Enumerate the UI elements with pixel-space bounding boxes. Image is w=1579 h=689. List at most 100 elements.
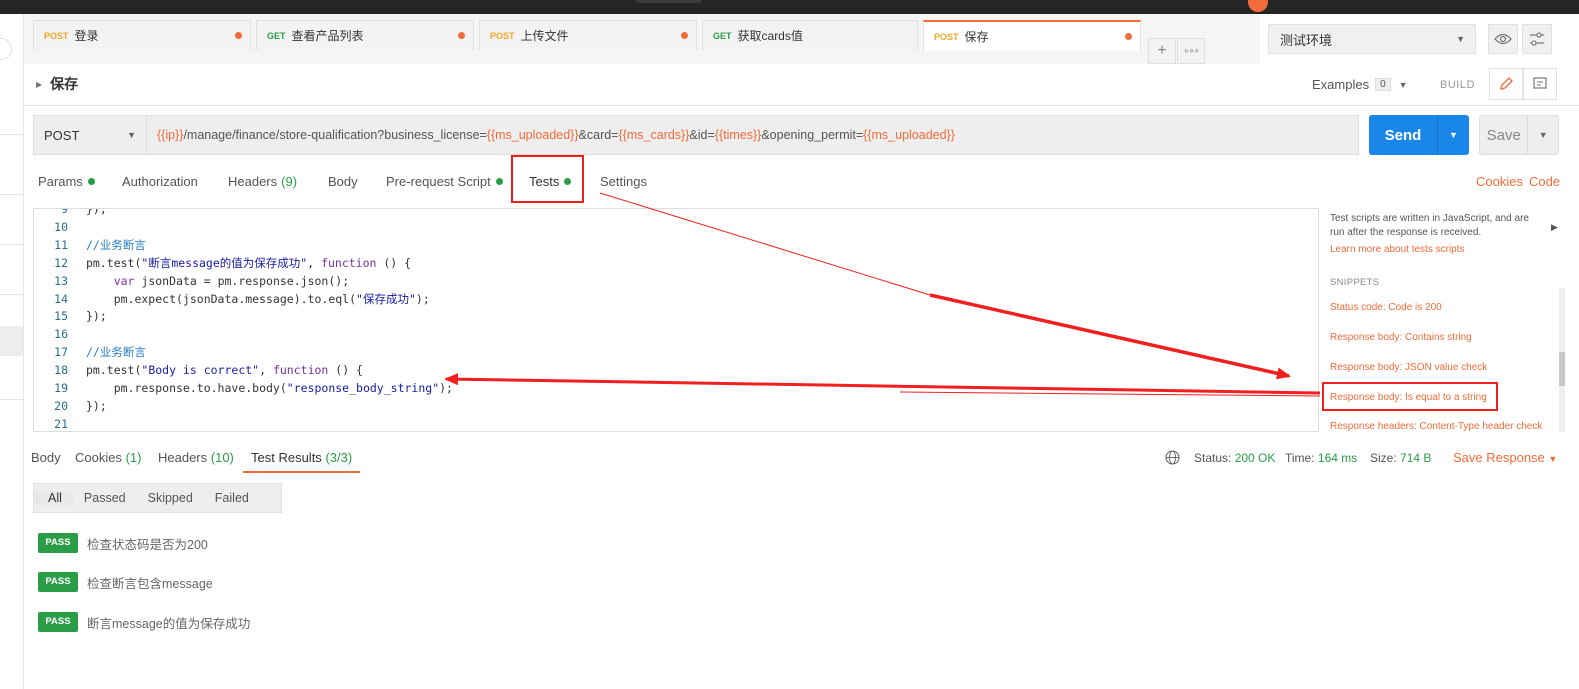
- request-tab-upload[interactable]: POST 上传文件: [479, 20, 697, 50]
- headers-count: (9): [281, 174, 298, 189]
- environment-quick-look-button[interactable]: [1488, 24, 1518, 54]
- tab-label: Settings: [600, 174, 647, 189]
- save-response-button[interactable]: Save Response ▼: [1453, 450, 1557, 465]
- code-link[interactable]: Code: [1529, 174, 1560, 189]
- sliders-icon: [1530, 32, 1544, 46]
- tab-authorization[interactable]: Authorization: [122, 174, 198, 189]
- response-tab-test-results[interactable]: Test Results (3/3): [251, 450, 352, 465]
- url-text: &card=: [578, 128, 619, 142]
- code-line: 18 pm.test("Body is correct", function ()…: [34, 361, 363, 379]
- code-text: });: [86, 309, 107, 324]
- url-input[interactable]: {{ip}}/manage/finance/store-qualificatio…: [147, 115, 1359, 155]
- code-text: //业务断言: [86, 237, 146, 252]
- request-tab-products[interactable]: GET 查看产品列表: [256, 20, 474, 50]
- test-result-row: PASS 检查断言包含message: [38, 572, 213, 592]
- filter-skipped[interactable]: Skipped: [137, 491, 204, 505]
- tab-label: 上传文件: [520, 29, 569, 43]
- collapse-panel-icon[interactable]: ▶: [1551, 222, 1558, 233]
- chevron-down-icon[interactable]: ▼: [1438, 130, 1469, 140]
- sidebar-divider: [0, 399, 23, 400]
- filter-passed[interactable]: Passed: [73, 491, 137, 505]
- active-tab-underline: [243, 471, 360, 473]
- method-select[interactable]: POST ▼: [33, 115, 147, 155]
- url-variable: {{ms_uploaded}}: [486, 128, 579, 142]
- code-line: 11 //业务断言: [34, 236, 146, 254]
- line-number: 12: [54, 255, 68, 270]
- code-text: });: [86, 208, 107, 216]
- time-value: 164 ms: [1317, 451, 1358, 465]
- response-tab-headers[interactable]: Headers (10): [158, 450, 234, 465]
- sidebar-circle-button[interactable]: [0, 38, 12, 60]
- send-label: Send: [1384, 126, 1422, 144]
- filter-failed[interactable]: Failed: [204, 491, 260, 505]
- tab-params[interactable]: Params: [38, 174, 95, 189]
- user-avatar[interactable]: [1248, 0, 1268, 12]
- send-button[interactable]: Send ▼: [1369, 115, 1469, 155]
- tab-body[interactable]: Body: [328, 174, 358, 189]
- chevron-down-icon: ▼: [1398, 79, 1408, 90]
- response-tab-cookies[interactable]: Cookies (1): [75, 450, 141, 465]
- tab-label: 查看产品列表: [291, 29, 364, 43]
- snippets-scrollbar[interactable]: [1559, 288, 1565, 432]
- time-label: Time:: [1285, 451, 1315, 465]
- sidebar-selected-item[interactable]: [0, 326, 23, 356]
- snippet-contains-string[interactable]: Response body: Contains string: [1330, 332, 1472, 343]
- tab-label: Cookies: [75, 450, 122, 465]
- unsaved-dot: [1125, 33, 1132, 40]
- code-line: 19 pm.response.to.have.body("response_bo…: [34, 379, 453, 397]
- plus-icon: +: [1157, 42, 1167, 59]
- learn-more-link[interactable]: Learn more about tests scripts: [1330, 244, 1465, 255]
- test-result-row: PASS 断言message的值为保存成功: [38, 612, 250, 632]
- status-label: Status:: [1194, 451, 1232, 465]
- edit-mode-button[interactable]: [1489, 68, 1523, 100]
- request-tab-save[interactable]: POST 保存: [923, 20, 1141, 51]
- code-line: 10: [34, 218, 86, 236]
- more-tabs-button[interactable]: ∘∘∘: [1177, 38, 1205, 64]
- code-line: 14 pm.expect(jsonData.message).to.eql("保…: [34, 290, 430, 308]
- scrollbar-thumb[interactable]: [1559, 352, 1565, 386]
- response-tab-body[interactable]: Body: [31, 450, 61, 465]
- eye-icon: [1494, 33, 1512, 45]
- tab-settings[interactable]: Settings: [600, 174, 647, 189]
- comments-button[interactable]: [1523, 68, 1557, 100]
- examples-dropdown[interactable]: Examples 0 ▼: [1312, 77, 1408, 92]
- pass-badge: PASS: [38, 612, 78, 632]
- environment-selected-label: 测试环境: [1280, 32, 1333, 48]
- new-tab-button[interactable]: +: [1148, 38, 1176, 64]
- save-label: Save: [1486, 126, 1521, 144]
- test-name: 检查状态码是否为200: [87, 537, 208, 552]
- code-line: 20});: [34, 397, 107, 415]
- code-line: 17 //业务断言: [34, 343, 146, 361]
- divider: [24, 105, 1579, 106]
- status-value: 200 OK: [1234, 451, 1276, 465]
- snippet-status-code[interactable]: Status code: Code is 200: [1330, 302, 1442, 313]
- response-time: Time: 164 ms: [1285, 451, 1357, 465]
- snippet-json-value-check[interactable]: Response body: JSON value check: [1330, 362, 1487, 373]
- response-status: Status: 200 OK: [1194, 451, 1275, 465]
- cookies-link[interactable]: Cookies: [1476, 174, 1523, 189]
- tab-headers[interactable]: Headers (9): [228, 174, 297, 189]
- url-text: &id=: [689, 128, 715, 142]
- url-text: /manage/finance/store-qualification?busi…: [183, 128, 487, 142]
- snippet-content-type-check[interactable]: Response headers: Content-Type header ch…: [1330, 421, 1542, 432]
- tab-method: GET: [267, 30, 286, 41]
- environment-select[interactable]: 测试环境 ▼: [1268, 24, 1476, 54]
- request-tab-cards[interactable]: GET 获取cards值: [702, 20, 918, 50]
- chevron-down-icon[interactable]: ▼: [1528, 130, 1558, 140]
- tab-label: Test Results: [251, 450, 322, 465]
- request-title[interactable]: ▶ 保存: [36, 74, 78, 94]
- tab-pre-request-script[interactable]: Pre-request Script: [386, 174, 503, 189]
- tab-label: Headers: [158, 450, 208, 465]
- globe-icon[interactable]: [1165, 450, 1180, 468]
- tests-code-editor[interactable]: 9}); 10 11//业务断言 12 pm.test("断言message的值为保存成…: [33, 208, 1319, 432]
- request-tab-login[interactable]: POST 登录: [33, 20, 251, 50]
- unsaved-dot: [681, 32, 688, 39]
- sidebar-divider: [0, 134, 23, 135]
- filter-all[interactable]: All: [34, 491, 73, 505]
- build-mode-label[interactable]: BUILD: [1440, 79, 1475, 91]
- pass-badge: PASS: [38, 572, 78, 592]
- save-button[interactable]: Save ▼: [1479, 115, 1559, 155]
- cookies-count: (1): [125, 450, 142, 465]
- manage-environments-button[interactable]: [1522, 24, 1552, 54]
- comment-icon: [1533, 77, 1547, 89]
